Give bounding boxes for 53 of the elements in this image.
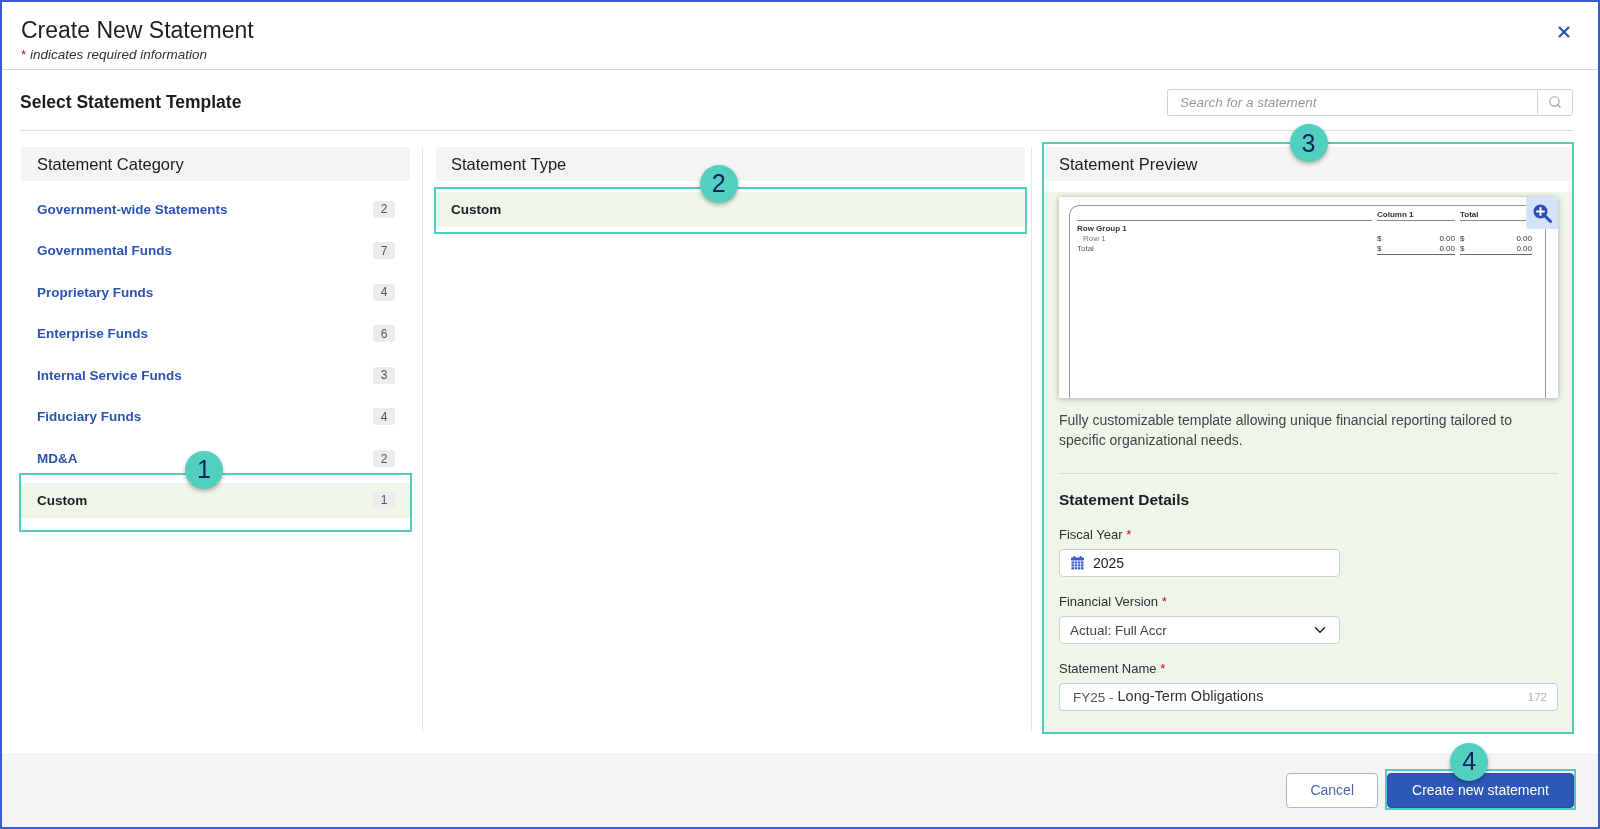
column-heading: Statement Category	[21, 147, 410, 181]
document-row-label: Row 1	[1082, 234, 1107, 244]
close-icon	[1555, 23, 1573, 41]
calendar-icon	[1071, 556, 1084, 570]
zoom-button[interactable]	[1526, 197, 1558, 229]
document-amount: 0.00	[1439, 234, 1455, 244]
field-label: Financial Version *	[1059, 594, 1167, 610]
category-item[interactable]: Enterprise Funds	[37, 326, 149, 342]
field-label: Statement Name *	[1059, 661, 1166, 677]
category-item[interactable]: Fiduciary Funds	[37, 409, 142, 425]
document-amount: 0.00	[1516, 244, 1532, 254]
item-count: 7	[373, 242, 395, 260]
dialog-title: Create New Statement	[21, 16, 254, 44]
type-item[interactable]: Custom	[451, 201, 502, 217]
character-count: 172	[1527, 691, 1547, 703]
category-item[interactable]: MD&A	[37, 451, 78, 467]
document-amount: 0.00	[1516, 234, 1532, 244]
zoom-in-icon	[1532, 203, 1552, 223]
item-count: 4	[373, 283, 395, 301]
currency-symbol: $	[1460, 234, 1465, 244]
item-count: 2	[373, 450, 395, 468]
currency-symbol: $	[1460, 244, 1465, 254]
details-heading: Statement Details	[1059, 490, 1190, 510]
document-column-header: Column 1	[1377, 210, 1455, 221]
currency-symbol: $	[1377, 234, 1382, 244]
step-badge: 4	[1450, 742, 1489, 781]
category-item[interactable]: Custom	[37, 492, 88, 508]
item-count: 4	[373, 408, 395, 426]
required-note: * indicates required information	[21, 47, 208, 63]
step-badge: 1	[184, 450, 223, 489]
search-icon	[1548, 95, 1562, 109]
item-count: 2	[373, 200, 395, 218]
name-prefix: FY25 -	[1073, 689, 1114, 705]
search-field[interactable]: Search for a statement	[1167, 88, 1537, 116]
category-item[interactable]: Governmental Funds	[37, 243, 173, 259]
document-row-label: Row Group 1	[1077, 224, 1128, 234]
create-button[interactable]: Create new statement	[1387, 772, 1574, 808]
document-amount: 0.00	[1439, 244, 1455, 254]
category-item[interactable]: Government-wide Statements	[37, 201, 228, 217]
currency-symbol: $	[1377, 244, 1382, 254]
template-description: Fully customizable template allowing unique financial reporting tailored to specific organizational needs.	[1059, 411, 1513, 450]
item-count: 3	[373, 366, 395, 384]
category-item[interactable]: Internal Service Funds	[37, 367, 182, 383]
section-title: Select Statement Template	[20, 91, 242, 113]
field-label: Fiscal Year *	[1059, 527, 1132, 543]
document-row-label: Total	[1077, 244, 1095, 255]
cancel-button[interactable]: Cancel	[1286, 772, 1379, 808]
text-field[interactable]: FY25 - Long-Term Obligations 172	[1059, 683, 1558, 711]
date-field[interactable]: 2025	[1059, 549, 1340, 577]
item-count: 6	[373, 325, 395, 343]
category-item[interactable]: Proprietary Funds	[37, 284, 154, 300]
item-count: 1	[373, 491, 395, 509]
select-field[interactable]: Actual: Full Accr	[1059, 616, 1340, 644]
